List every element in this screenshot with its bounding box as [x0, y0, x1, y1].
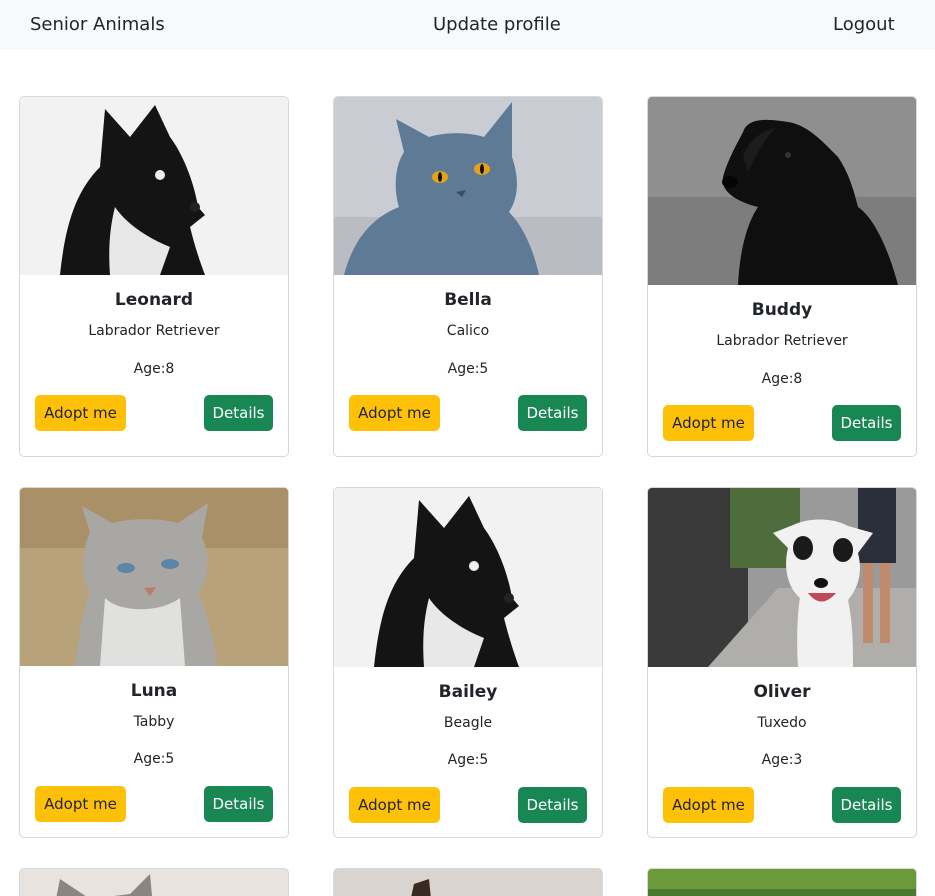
- animal-age: Age:5: [133, 751, 175, 767]
- nav-brand-link[interactable]: Senior Animals: [30, 14, 165, 36]
- animal-photo: [648, 488, 916, 667]
- navbar: Senior Animals Update profile Logout: [0, 0, 935, 50]
- animal-age: Age:8: [133, 361, 175, 377]
- nav-logout-link[interactable]: Logout: [833, 14, 895, 36]
- adopt-me-button[interactable]: Adopt me: [349, 395, 440, 431]
- nav-update-profile-link[interactable]: Update profile: [433, 14, 561, 36]
- animal-card: Bella Calico Age:5 Adopt me Details: [333, 96, 603, 457]
- animal-card: [647, 868, 917, 896]
- animal-breed: Tuxedo: [757, 715, 807, 731]
- animal-card: Luna Tabby Age:5 Adopt me Details: [19, 487, 289, 838]
- animal-card: Buddy Labrador Retriever Age:8 Adopt me …: [647, 96, 917, 457]
- animal-photo: [20, 97, 288, 275]
- animal-photo: [334, 488, 602, 667]
- adopt-me-button[interactable]: Adopt me: [35, 395, 126, 431]
- adopt-me-button[interactable]: Adopt me: [35, 786, 126, 822]
- animal-photo: [648, 97, 916, 285]
- animal-name: Oliver: [753, 682, 811, 702]
- details-button[interactable]: Details: [204, 786, 273, 822]
- details-button[interactable]: Details: [518, 395, 587, 431]
- animal-photo: [20, 488, 288, 666]
- adopt-me-button[interactable]: Adopt me: [349, 787, 440, 823]
- animal-photo: [334, 97, 602, 275]
- animal-breed: Beagle: [443, 715, 493, 731]
- animal-age: Age:8: [761, 371, 803, 387]
- animal-photo: [20, 869, 288, 896]
- details-button[interactable]: Details: [832, 787, 901, 823]
- animal-card: Bailey Beagle Age:5 Adopt me Details: [333, 487, 603, 838]
- animal-card: [19, 868, 289, 896]
- details-button[interactable]: Details: [518, 787, 587, 823]
- animal-photo: [334, 869, 602, 896]
- animal-name: Bella: [444, 290, 492, 310]
- animal-card: Oliver Tuxedo Age:3 Adopt me Details: [647, 487, 917, 838]
- animal-name: Bailey: [438, 682, 498, 702]
- animal-age: Age:5: [447, 752, 489, 768]
- animal-age: Age:5: [447, 361, 489, 377]
- animal-name: Buddy: [751, 300, 813, 320]
- animal-photo: [648, 869, 916, 896]
- animal-age: Age:3: [761, 752, 803, 768]
- animal-card: [333, 868, 603, 896]
- animal-breed: Labrador Retriever: [88, 323, 220, 339]
- animal-name: Luna: [130, 681, 178, 701]
- animal-breed: Tabby: [133, 714, 175, 730]
- details-button[interactable]: Details: [204, 395, 273, 431]
- animal-breed: Labrador Retriever: [716, 333, 848, 349]
- animal-card: Leonard Labrador Retriever Age:8 Adopt m…: [19, 96, 289, 457]
- details-button[interactable]: Details: [832, 405, 901, 441]
- adopt-me-button[interactable]: Adopt me: [663, 787, 754, 823]
- animal-name: Leonard: [114, 290, 194, 310]
- adopt-me-button[interactable]: Adopt me: [663, 405, 754, 441]
- animal-breed: Calico: [446, 323, 490, 339]
